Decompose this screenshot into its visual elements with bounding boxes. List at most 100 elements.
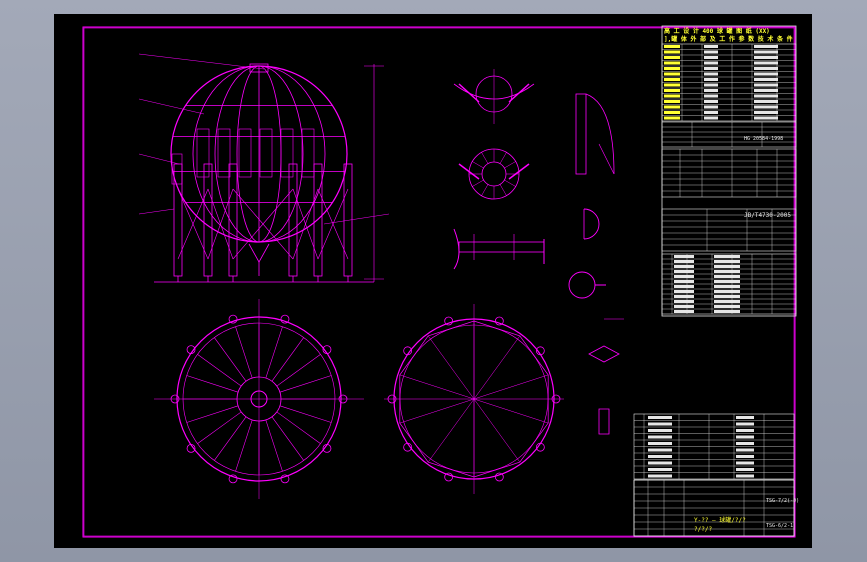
table-text-mark [704, 61, 718, 65]
title-header-line2: ],罐 体 外 部 及 工 作 参 数 技 术 条 件 [664, 36, 793, 43]
detail-curve [585, 93, 615, 175]
bom-text-mark [648, 474, 672, 478]
table-text-mark [704, 116, 718, 120]
table-text-mark [664, 83, 680, 87]
detail-spoke [481, 152, 489, 164]
leader-line [138, 208, 175, 215]
table-text-mark [754, 50, 778, 54]
leg-footprint [280, 474, 290, 484]
bom-text-mark [648, 442, 672, 445]
list-text-mark [674, 275, 694, 278]
bom-text-mark [648, 416, 672, 419]
table-text-mark [704, 67, 718, 70]
detail-spoke [472, 179, 484, 187]
bom-text-mark [736, 468, 754, 471]
bom-text-mark [736, 461, 754, 465]
bom-text-mark [648, 468, 672, 471]
list-text-mark [714, 295, 740, 298]
list-text-mark [714, 305, 740, 308]
table-text-mark [754, 94, 778, 98]
detail-cap [583, 208, 600, 240]
list-text-mark [674, 295, 694, 298]
list-text-mark [674, 300, 694, 303]
table-text-mark [754, 116, 778, 120]
spoke [473, 398, 549, 424]
table-text-mark [754, 111, 778, 114]
detail-spoke [481, 184, 489, 196]
spoke [473, 398, 521, 463]
table-text-mark [664, 94, 680, 98]
leg-footprint [228, 314, 238, 324]
detail-hub [481, 161, 507, 187]
drawing-canvas [82, 25, 797, 538]
spoke [427, 335, 475, 400]
list-text-mark [714, 300, 740, 303]
leader-line [138, 153, 180, 165]
bom-text-mark [736, 442, 754, 445]
list-text-mark [674, 270, 694, 273]
footer-right-code: TSG-6/2-1 [766, 523, 794, 529]
bottom-nozzle [248, 243, 270, 263]
bom-text-mark [648, 455, 672, 458]
list-text-mark [714, 255, 740, 258]
table-text-mark [664, 116, 680, 120]
spoke [473, 335, 521, 400]
list-text-mark [674, 260, 694, 263]
leg-footprint [444, 316, 454, 326]
leader-line [138, 98, 205, 115]
table-text-mark [754, 105, 778, 109]
list-text-mark [674, 255, 694, 258]
standard-code: JB/T4730-2005 [744, 212, 791, 219]
detail-spoke [504, 161, 516, 169]
detail-weld [588, 345, 620, 363]
table-text-mark [664, 72, 680, 76]
list-text-mark [674, 265, 694, 268]
bom-text-mark [736, 435, 754, 439]
list-text-mark [714, 280, 740, 283]
list-text-mark [714, 310, 740, 313]
bom-text-mark [736, 448, 754, 452]
detail-column [575, 93, 587, 175]
table-text-mark [704, 78, 718, 81]
list-text-mark [674, 280, 694, 283]
table-text-mark [754, 72, 778, 76]
table-text-mark [704, 94, 718, 98]
table-text-mark [664, 67, 680, 70]
table-text-mark [754, 78, 778, 81]
nozzle-body [458, 241, 545, 253]
table-text-mark [754, 56, 778, 59]
spoke [399, 398, 475, 424]
table-text-mark [664, 78, 680, 81]
bom-text-mark [648, 422, 672, 426]
support-leg [203, 163, 213, 277]
leg-footprint [444, 472, 454, 482]
list-text-mark [674, 305, 694, 308]
bom-text-mark [648, 429, 672, 432]
table-text-mark [754, 61, 778, 65]
table-text-mark [664, 50, 680, 54]
leg-footprint [494, 472, 504, 482]
detail-weld-2 [598, 408, 610, 435]
table-text-mark [754, 83, 778, 87]
title-header-line1: 高 工 设 计 400 球 罐 图 纸 (XX) [664, 28, 770, 35]
list-text-mark [714, 270, 740, 273]
standard-code-2: HG 20584-1998 [744, 136, 784, 142]
table-text-mark [704, 111, 718, 114]
cad-viewport: 高 工 设 计 400 球 罐 图 纸 (XX) ],罐 体 外 部 及 工 作… [0, 0, 867, 562]
drawing-number: Y-?? — 球罐/?/? [694, 517, 746, 524]
param-table-2 [661, 121, 797, 148]
spoke [427, 398, 475, 463]
detail-spoke [504, 179, 516, 187]
bom-text-mark [648, 461, 672, 465]
list-text-mark [714, 265, 740, 268]
table-text-mark [704, 72, 718, 76]
leg-footprint [280, 314, 290, 324]
table-text-mark [754, 67, 778, 70]
footer-code: TSG-7/2(-0) [766, 498, 800, 504]
table-text-mark [704, 105, 718, 109]
list-text-mark [714, 260, 740, 263]
list-text-mark [674, 285, 694, 288]
detail-spoke [472, 161, 484, 169]
detail-spoke [499, 152, 507, 164]
bom-text-mark [736, 455, 754, 458]
